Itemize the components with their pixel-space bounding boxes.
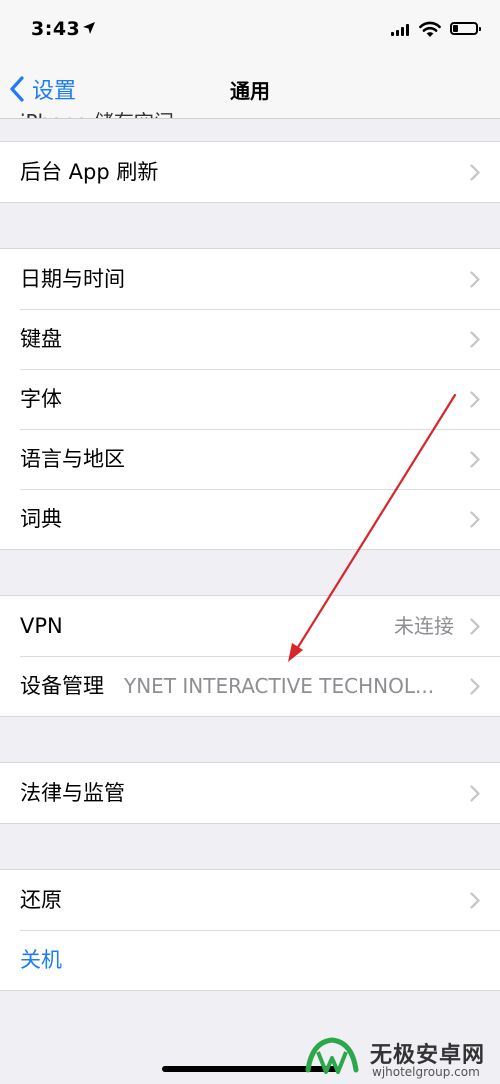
location-arrow-icon bbox=[83, 22, 95, 34]
chevron-right-icon bbox=[470, 331, 480, 348]
row-legal-regulatory[interactable]: 法律与监管 bbox=[0, 763, 500, 823]
chevron-right-icon bbox=[470, 391, 480, 408]
settings-group-general: 日期与时间 键盘 字体 语言与地区 词典 bbox=[0, 248, 500, 550]
chevron-right-icon bbox=[470, 451, 480, 468]
settings-group-background: 后台 App 刷新 bbox=[0, 141, 500, 203]
row-label: 设备管理 bbox=[20, 674, 104, 698]
row-device-management[interactable]: 设备管理 YNET INTERACTIVE TECHNOL... bbox=[0, 656, 500, 716]
row-language-region[interactable]: 语言与地区 bbox=[0, 429, 500, 489]
cellular-signal-icon bbox=[391, 24, 411, 36]
row-fonts[interactable]: 字体 bbox=[0, 369, 500, 429]
row-shut-down[interactable]: 关机 bbox=[0, 930, 500, 990]
row-label: 键盘 bbox=[20, 327, 62, 351]
wifi-icon bbox=[419, 21, 441, 37]
watermark-url: wjhotelgroup.com bbox=[372, 1065, 480, 1079]
watermark: 无极安卓网 wjhotelgroup.com bbox=[298, 1028, 500, 1084]
settings-group-reset: 还原 关机 bbox=[0, 869, 500, 991]
row-background-app-refresh[interactable]: 后台 App 刷新 bbox=[0, 142, 500, 202]
row-label: 还原 bbox=[20, 888, 62, 912]
row-reset[interactable]: 还原 bbox=[0, 870, 500, 930]
chevron-right-icon bbox=[470, 678, 480, 695]
row-label: 日期与时间 bbox=[20, 267, 125, 291]
battery-icon bbox=[450, 22, 481, 35]
clipped-list-item[interactable]: iPhone 储存空间 bbox=[20, 106, 174, 118]
status-bar: 3:43 bbox=[0, 0, 500, 60]
page-title: 通用 bbox=[230, 79, 270, 103]
chevron-right-icon bbox=[470, 271, 480, 288]
row-vpn[interactable]: VPN 未连接 bbox=[0, 596, 500, 656]
row-label: 词典 bbox=[20, 507, 62, 531]
vpn-status-value: 未连接 bbox=[394, 614, 454, 638]
chevron-right-icon bbox=[470, 892, 480, 909]
device-profile-value: YNET INTERACTIVE TECHNOL... bbox=[124, 674, 435, 698]
shut-down-button[interactable]: 关机 bbox=[20, 930, 62, 990]
chevron-right-icon bbox=[470, 785, 480, 802]
row-label: VPN bbox=[20, 614, 63, 638]
row-label: 语言与地区 bbox=[20, 447, 125, 471]
row-label: 后台 App 刷新 bbox=[20, 160, 159, 184]
settings-group-network: VPN 未连接 设备管理 YNET INTERACTIVE TECHNOL... bbox=[0, 595, 500, 717]
row-label: 字体 bbox=[20, 387, 62, 411]
status-time: 3:43 bbox=[31, 18, 81, 40]
chevron-right-icon bbox=[470, 511, 480, 528]
row-date-time[interactable]: 日期与时间 bbox=[0, 249, 500, 309]
row-label: 法律与监管 bbox=[20, 781, 125, 805]
settings-group-legal: 法律与监管 bbox=[0, 762, 500, 824]
chevron-right-icon bbox=[470, 164, 480, 181]
chevron-right-icon bbox=[470, 618, 480, 635]
watermark-logo-icon bbox=[305, 1037, 359, 1074]
row-dictionary[interactable]: 词典 bbox=[0, 489, 500, 549]
navigation-bar: iPhone 储存空间 设置 通用 bbox=[0, 60, 500, 119]
row-keyboard[interactable]: 键盘 bbox=[0, 309, 500, 369]
